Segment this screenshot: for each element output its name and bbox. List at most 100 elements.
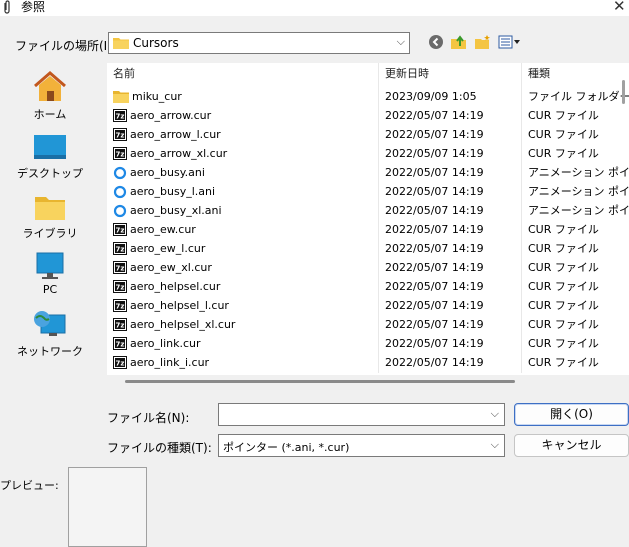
file-type: CUR ファイル	[528, 261, 599, 274]
file-row[interactable]: 7z aero_ew_l.cur 2022/05/07 14:19 CUR ファイル	[107, 239, 622, 258]
file-type: CUR ファイル	[528, 147, 599, 160]
file-row[interactable]: 7z aero_helpsel_l.cur 2022/05/07 14:19 CUR …	[107, 296, 622, 315]
file-date: 2022/05/07 14:19	[385, 299, 484, 312]
filename-label: ファイル名(N):	[107, 411, 190, 425]
cancel-button[interactable]: キャンセル	[514, 434, 629, 457]
file-type: CUR ファイル	[528, 299, 599, 312]
svg-text:7z: 7z	[116, 284, 125, 292]
file-type: CUR ファイル	[528, 242, 599, 255]
file-row[interactable]: 7z aero_link_i.cur 2022/05/07 14:19 CUR ファイ…	[107, 353, 622, 372]
chevron-down-icon: ⌵	[490, 407, 499, 420]
file-name-cell: aero_busy.ani	[113, 163, 205, 182]
file-name: aero_busy_xl.ani	[130, 204, 222, 217]
file-date: 2022/05/07 14:19	[385, 318, 484, 331]
file-type: CUR ファイル	[528, 223, 599, 236]
preview-area	[68, 467, 147, 547]
file-row[interactable]: 7z aero_arrow_xl.cur 2022/05/07 14:19 CUR フ…	[107, 144, 622, 163]
vertical-scrollbar[interactable]	[622, 80, 625, 104]
file-row[interactable]: 7z aero_ew.cur 2022/05/07 14:19 CUR ファイル	[107, 220, 622, 239]
file-name-cell: 7z aero_ew.cur	[113, 220, 196, 239]
file-date: 2022/05/07 14:19	[385, 356, 484, 369]
column-header-date[interactable]: 更新日時	[385, 63, 429, 85]
file-name: aero_ew_xl.cur	[130, 261, 212, 274]
location-label: ファイルの場所(I):	[15, 39, 116, 53]
busy-cursor-icon	[113, 185, 127, 198]
file-row[interactable]: miku_cur 2023/09/09 1:05 ファイル フォルダー	[107, 87, 629, 106]
back-button[interactable]	[427, 32, 445, 52]
places-desktop[interactable]: デスクトップ	[14, 133, 86, 181]
file-type: CUR ファイル	[528, 109, 599, 122]
file-name: aero_helpsel_l.cur	[130, 299, 229, 312]
file-name: aero_arrow_l.cur	[130, 128, 221, 141]
filetype-select[interactable]: ポインター (*.ani, *.cur) ⌵	[218, 434, 505, 457]
up-folder-icon	[451, 35, 466, 49]
file-date: 2022/05/07 14:19	[385, 242, 484, 255]
file-name-cell: 7z aero_link.cur	[113, 334, 201, 353]
cur-file-icon: 7z	[113, 299, 127, 312]
network-icon	[34, 311, 66, 336]
filename-combobox[interactable]: ⌵	[218, 403, 505, 426]
svg-text:7z: 7z	[116, 322, 125, 330]
file-type: ファイル フォルダー	[528, 90, 629, 103]
file-date: 2022/05/07 14:19	[385, 166, 484, 179]
open-button[interactable]: 開く(O)	[514, 403, 629, 426]
new-folder-button[interactable]	[473, 32, 493, 52]
svg-text:7z: 7z	[116, 246, 125, 254]
svg-text:7z: 7z	[116, 303, 125, 311]
file-row[interactable]: 7z aero_ew_xl.cur 2022/05/07 14:19 CUR ファイル	[107, 258, 622, 277]
file-row[interactable]: 7z aero_helpsel_xl.cur 2022/05/07 14:19 CUR…	[107, 315, 622, 334]
busy-cursor-icon	[113, 204, 127, 217]
new-folder-icon	[475, 35, 490, 49]
file-type: CUR ファイル	[528, 337, 599, 350]
file-name-cell: 7z aero_link_i.cur	[113, 353, 209, 372]
list-header: ^ 名前 更新日時 種類	[107, 63, 629, 85]
file-date: 2022/05/07 14:19	[385, 128, 484, 141]
column-header-type[interactable]: 種類	[528, 63, 550, 85]
file-name: aero_arrow.cur	[130, 109, 212, 122]
desktop-icon	[34, 135, 66, 159]
column-header-name[interactable]: 名前	[113, 63, 135, 85]
cur-file-icon: 7z	[113, 337, 127, 350]
window-title: 参照	[21, 0, 46, 14]
file-row[interactable]: aero_busy_l.ani 2022/05/07 14:19 アニメーション ポ…	[107, 182, 629, 201]
view-menu-icon	[498, 35, 520, 49]
file-list[interactable]: ^ 名前 更新日時 種類 miku_cur 2023/09/09 1:05 ファイル…	[107, 63, 629, 375]
chevron-down-icon: ⌵	[396, 35, 405, 48]
places-home[interactable]: ホーム	[14, 70, 86, 122]
file-row[interactable]: 7z aero_link.cur 2022/05/07 14:19 CUR ファイル	[107, 334, 622, 353]
file-name-cell: aero_busy_l.ani	[113, 182, 215, 201]
file-name: aero_ew_l.cur	[130, 242, 206, 255]
file-date: 2022/05/07 14:19	[385, 109, 484, 122]
places-desktop-label: デスクトップ	[17, 167, 83, 180]
view-menu-button[interactable]	[497, 32, 523, 52]
file-row[interactable]: aero_busy.ani 2022/05/07 14:19 アニメーション ポイン	[107, 163, 629, 182]
file-row[interactable]: 7z aero_arrow.cur 2022/05/07 14:19 CUR ファイル	[107, 106, 622, 125]
file-date: 2022/05/07 14:19	[385, 223, 484, 236]
horizontal-scrollbar[interactable]	[125, 380, 515, 383]
svg-text:7z: 7z	[116, 151, 125, 159]
places-library-label: ライブラリ	[22, 227, 78, 240]
cur-file-icon: 7z	[113, 318, 127, 331]
places-pc[interactable]: PC	[14, 251, 86, 296]
file-row[interactable]: aero_busy_xl.ani 2022/05/07 14:19 アニメーション …	[107, 201, 629, 220]
file-name: miku_cur	[132, 90, 182, 103]
location-value: Cursors	[133, 36, 179, 50]
cur-file-icon: 7z	[113, 147, 127, 160]
places-pc-label: PC	[42, 283, 58, 296]
file-row[interactable]: 7z aero_helpsel.cur 2022/05/07 14:19 CUR ファ…	[107, 277, 622, 296]
file-type: アニメーション ポイン	[528, 166, 629, 179]
file-row[interactable]: 7z aero_arrow_l.cur 2022/05/07 14:19 CUR ファ…	[107, 125, 622, 144]
cur-file-icon: 7z	[113, 242, 127, 255]
svg-text:7z: 7z	[116, 227, 125, 235]
file-name: aero_busy_l.ani	[130, 185, 216, 198]
up-folder-button[interactable]	[449, 32, 469, 52]
library-icon	[35, 197, 65, 220]
file-name-cell: miku_cur	[113, 87, 182, 106]
places-home-label: ホーム	[33, 108, 67, 121]
file-name-cell: 7z aero_helpsel_l.cur	[113, 296, 229, 315]
close-icon[interactable]: ✕	[613, 0, 626, 14]
places-network[interactable]: ネットワーク	[14, 309, 86, 359]
places-library[interactable]: ライブラリ	[14, 193, 86, 241]
file-type: CUR ファイル	[528, 280, 599, 293]
location-combobox[interactable]: Cursors ⌵	[108, 32, 410, 54]
